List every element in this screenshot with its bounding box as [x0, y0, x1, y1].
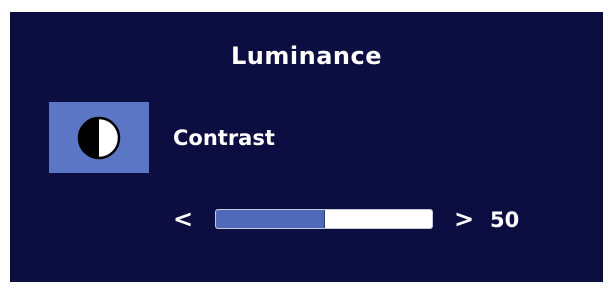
- contrast-icon: [77, 116, 121, 159]
- slider-fill: [216, 210, 325, 228]
- menu-title: Luminance: [231, 42, 382, 70]
- contrast-item-icon-box[interactable]: [49, 102, 149, 173]
- decrease-arrow-button[interactable]: <: [173, 204, 193, 234]
- increase-arrow-button[interactable]: >: [454, 204, 474, 234]
- contrast-slider[interactable]: [215, 209, 433, 229]
- osd-menu-panel: Luminance Contrast < > 50: [10, 12, 603, 282]
- contrast-label: Contrast: [173, 126, 275, 150]
- contrast-value: 50: [490, 208, 520, 232]
